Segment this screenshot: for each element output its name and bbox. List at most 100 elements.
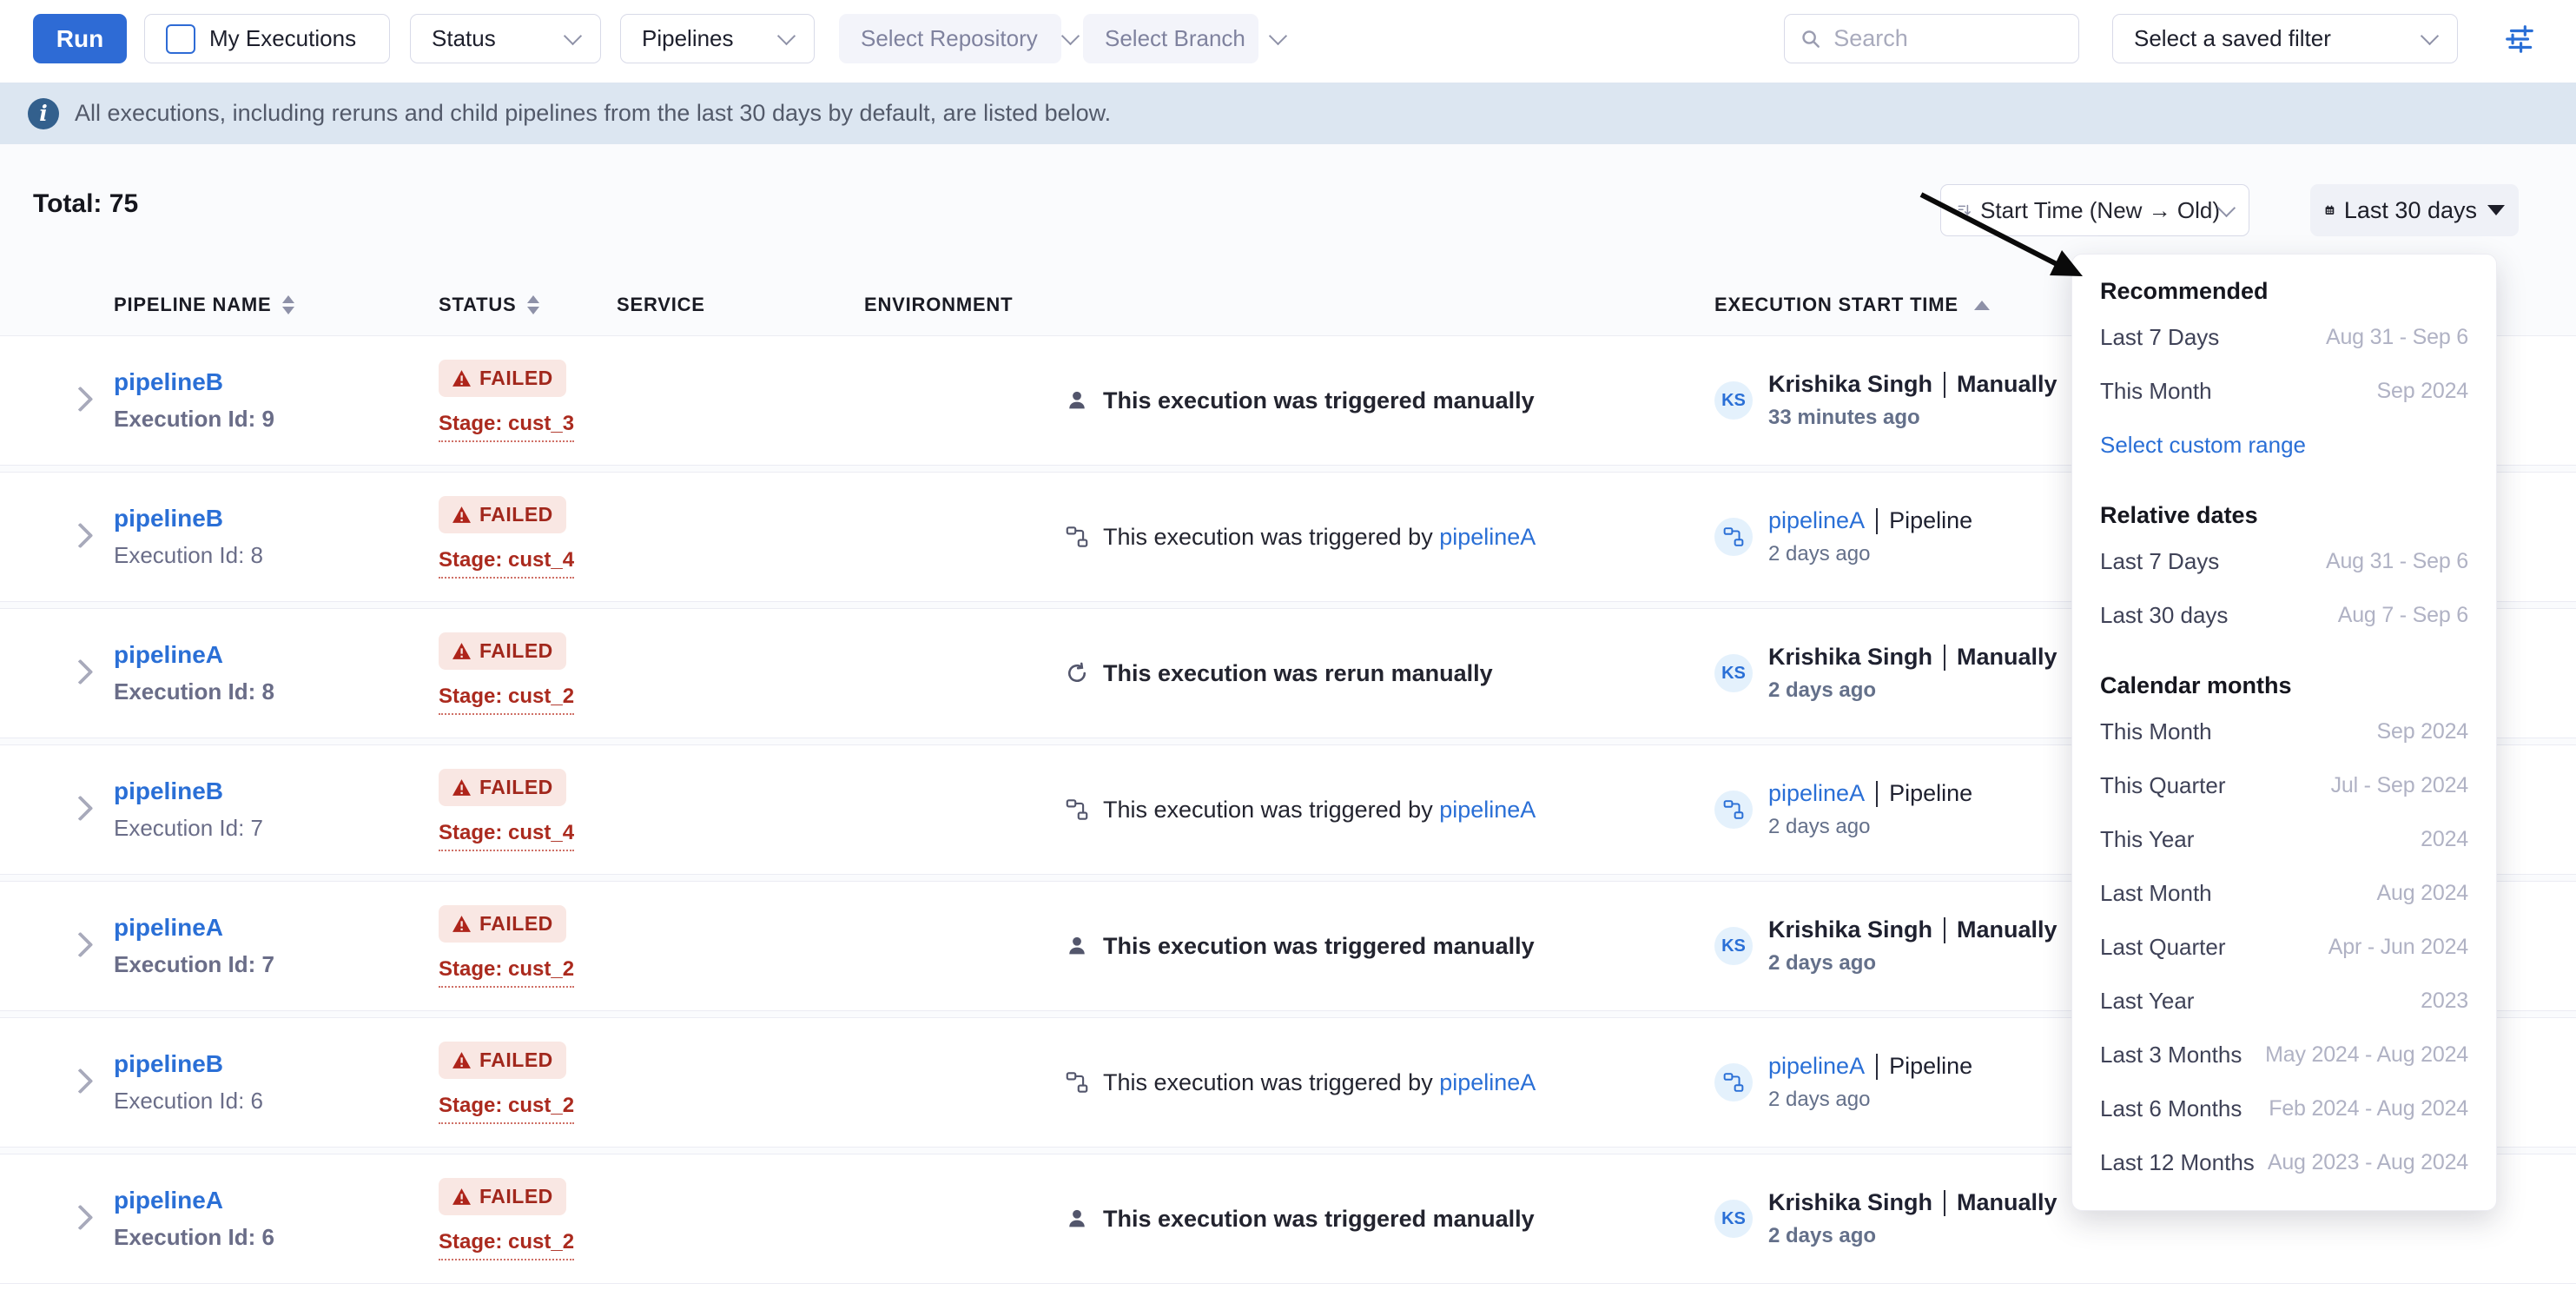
run-button[interactable]: Run bbox=[33, 14, 127, 63]
triggered-by-name[interactable]: pipelineA bbox=[1768, 507, 1865, 534]
date-menu-item[interactable]: This Year 2024 bbox=[2100, 812, 2468, 866]
header-status[interactable]: STATUS bbox=[439, 294, 539, 316]
trigger-pipeline-link[interactable]: pipelineA bbox=[1439, 797, 1536, 823]
start-time-cell: pipelineA Pipeline 2 days ago bbox=[1714, 473, 1972, 601]
failed-stage-link[interactable]: Stage: cust_2 bbox=[439, 685, 574, 715]
avatar bbox=[1714, 1063, 1753, 1101]
date-menu-item-label: Last 3 Months bbox=[2100, 1042, 2242, 1068]
pipeline-name-link[interactable]: pipelineA bbox=[114, 914, 223, 942]
date-menu-item-range: 2024 bbox=[2421, 827, 2468, 852]
date-menu-item-range: Aug 2023 - Aug 2024 bbox=[2268, 1150, 2468, 1175]
date-menu-item[interactable]: Last Month Aug 2024 bbox=[2100, 866, 2468, 920]
pipeline-name-link[interactable]: pipelineB bbox=[114, 368, 223, 396]
time-ago: 2 days ago bbox=[1768, 1224, 2057, 1248]
date-menu-item[interactable]: This Quarter Jul - Sep 2024 bbox=[2100, 758, 2468, 812]
avatar: KS bbox=[1714, 927, 1753, 965]
date-menu-item[interactable]: Last 7 Days Aug 31 - Sep 6 bbox=[2100, 310, 2468, 364]
pipeline-name-link[interactable]: pipelineB bbox=[114, 505, 223, 533]
date-menu-item[interactable]: This Month Sep 2024 bbox=[2100, 364, 2468, 418]
avatar bbox=[1714, 791, 1753, 829]
search-box[interactable] bbox=[1784, 14, 2079, 63]
sort-label: Start Time (New → Old) bbox=[1980, 197, 2220, 224]
my-executions-checkbox[interactable] bbox=[166, 24, 195, 54]
date-menu-item[interactable]: Last 30 days Aug 7 - Sep 6 bbox=[2100, 588, 2468, 642]
triggered-by-name[interactable]: Krishika Singh bbox=[1768, 916, 1932, 943]
date-menu-item-range: Jul - Sep 2024 bbox=[2331, 773, 2468, 798]
time-ago: 2 days ago bbox=[1768, 815, 1972, 839]
start-time-cell: KS Krishika Singh Manually 2 days ago bbox=[1714, 609, 2057, 738]
avatar: KS bbox=[1714, 1200, 1753, 1238]
date-menu-item[interactable]: Last 3 Months May 2024 - Aug 2024 bbox=[2100, 1028, 2468, 1082]
pipeline-name-link[interactable]: pipelineA bbox=[114, 1187, 223, 1214]
failed-warning-icon bbox=[452, 642, 472, 660]
select-repository-dropdown[interactable]: Select Repository bbox=[839, 14, 1061, 63]
trigger-pipeline-link[interactable]: pipelineA bbox=[1439, 1069, 1536, 1095]
pipeline-name-link[interactable]: pipelineB bbox=[114, 1050, 223, 1078]
select-branch-dropdown[interactable]: Select Branch bbox=[1083, 14, 1258, 63]
date-menu-item[interactable]: This Month Sep 2024 bbox=[2100, 705, 2468, 758]
date-range-menu: Recommended Last 7 Days Aug 31 - Sep 6 T… bbox=[2071, 254, 2497, 1211]
trigger-message: This execution was triggered by pipeline… bbox=[1103, 1069, 1536, 1096]
failed-warning-icon bbox=[452, 1187, 472, 1206]
trigger-pipeline-link[interactable]: pipelineA bbox=[1439, 524, 1536, 550]
failed-stage-link[interactable]: Stage: cust_4 bbox=[439, 548, 574, 579]
date-menu-item-range: Aug 31 - Sep 6 bbox=[2326, 549, 2468, 574]
avatar-initials: KS bbox=[1721, 391, 1746, 411]
pipeline-name-link[interactable]: pipelineB bbox=[114, 777, 223, 805]
trigger-message: This execution was triggered by pipeline… bbox=[1103, 524, 1536, 551]
date-menu-item-range: Sep 2024 bbox=[2377, 719, 2468, 744]
info-icon: i bbox=[28, 98, 59, 129]
date-menu-item[interactable]: Last 6 Months Feb 2024 - Aug 2024 bbox=[2100, 1082, 2468, 1135]
failed-warning-icon bbox=[452, 915, 472, 933]
start-time-cell: pipelineA Pipeline 2 days ago bbox=[1714, 745, 1972, 874]
header-pipeline-name[interactable]: PIPELINE NAME bbox=[114, 294, 294, 316]
date-menu-item[interactable]: Last 12 Months Aug 2023 - Aug 2024 bbox=[2100, 1135, 2468, 1189]
sort-arrows-icon[interactable] bbox=[282, 295, 294, 314]
saved-filter-dropdown[interactable]: Select a saved filter bbox=[2112, 14, 2458, 63]
date-menu-item[interactable]: Select custom range bbox=[2100, 418, 2468, 472]
date-menu-item[interactable]: Last 7 Days Aug 31 - Sep 6 bbox=[2100, 534, 2468, 588]
date-menu-item-label: Last 12 Months bbox=[2100, 1149, 2255, 1176]
date-menu-item[interactable]: Last Quarter Apr - Jun 2024 bbox=[2100, 920, 2468, 974]
separator bbox=[1876, 508, 1878, 534]
date-menu-item-label: Last Quarter bbox=[2100, 934, 2226, 961]
header-execution-start-time[interactable]: EXECUTION START TIME bbox=[1714, 294, 1990, 316]
row-expand-icon[interactable] bbox=[68, 1205, 94, 1231]
row-expand-icon[interactable] bbox=[68, 932, 94, 958]
failed-stage-link[interactable]: Stage: cust_4 bbox=[439, 821, 574, 851]
failed-stage-link[interactable]: Stage: cust_2 bbox=[439, 957, 574, 988]
row-expand-icon[interactable] bbox=[68, 523, 94, 549]
date-menu-section-heading: Relative dates bbox=[2100, 496, 2468, 534]
row-expand-icon[interactable] bbox=[68, 1068, 94, 1095]
status-cell: FAILED Stage: cust_2 bbox=[439, 1154, 574, 1283]
trigger-type: Manually bbox=[1957, 644, 2057, 671]
start-time-text: Krishika Singh Manually 2 days ago bbox=[1768, 1189, 2057, 1248]
pipeline-name-link[interactable]: pipelineA bbox=[114, 641, 223, 669]
failed-stage-link[interactable]: Stage: cust_3 bbox=[439, 412, 574, 442]
status-filter-dropdown[interactable]: Status bbox=[410, 14, 601, 63]
sort-dropdown[interactable]: Start Time (New → Old) bbox=[1940, 184, 2249, 236]
search-input[interactable] bbox=[1832, 24, 2063, 53]
failed-stage-link[interactable]: Stage: cust_2 bbox=[439, 1230, 574, 1260]
avatar: KS bbox=[1714, 381, 1753, 420]
triggered-by-name[interactable]: Krishika Singh bbox=[1768, 1189, 1932, 1216]
failed-stage-link[interactable]: Stage: cust_2 bbox=[439, 1094, 574, 1124]
row-expand-icon[interactable] bbox=[68, 387, 94, 413]
start-time-text: pipelineA Pipeline 2 days ago bbox=[1768, 1053, 1972, 1112]
status-cell: FAILED Stage: cust_2 bbox=[439, 882, 574, 1010]
triggered-by-name[interactable]: pipelineA bbox=[1768, 1053, 1865, 1080]
filter-settings-button[interactable] bbox=[2498, 17, 2541, 61]
triggered-by-name[interactable]: pipelineA bbox=[1768, 780, 1865, 807]
row-expand-icon[interactable] bbox=[68, 659, 94, 685]
sort-asc-icon bbox=[1974, 301, 1990, 310]
sort-arrows-icon[interactable] bbox=[527, 295, 539, 314]
date-menu-item-label: Last 30 days bbox=[2100, 602, 2228, 629]
date-menu-item[interactable]: Last Year 2023 bbox=[2100, 974, 2468, 1028]
triggered-by-name[interactable]: Krishika Singh bbox=[1768, 371, 1932, 398]
row-expand-icon[interactable] bbox=[68, 796, 94, 822]
my-executions-toggle[interactable]: My Executions bbox=[144, 14, 390, 63]
date-range-button[interactable]: Last 30 days bbox=[2310, 184, 2519, 236]
pipelines-filter-dropdown[interactable]: Pipelines bbox=[620, 14, 815, 63]
trigger-cell: This execution was triggered manually bbox=[1063, 1154, 1535, 1283]
triggered-by-name[interactable]: Krishika Singh bbox=[1768, 644, 1932, 671]
